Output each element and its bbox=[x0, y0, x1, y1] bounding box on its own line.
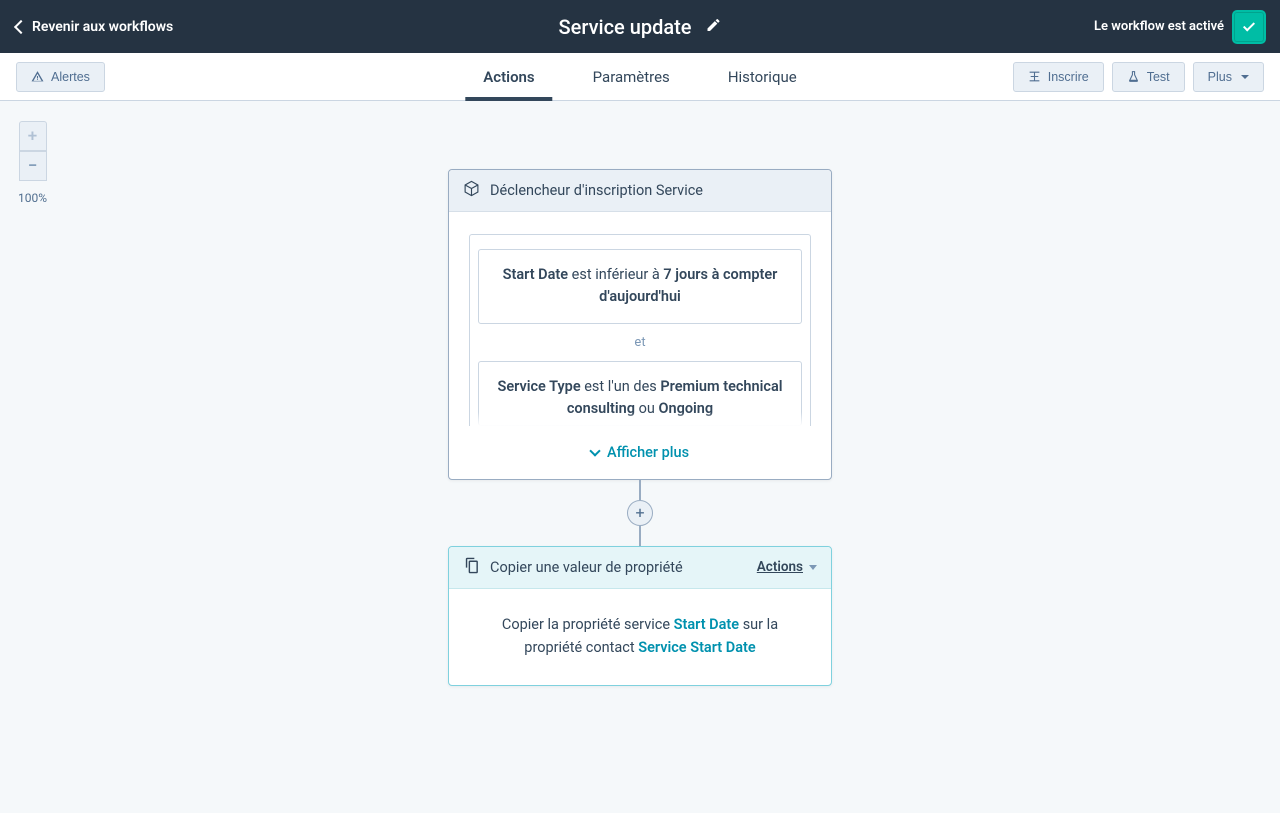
cube-icon bbox=[463, 180, 480, 201]
zoom-out-button[interactable]: − bbox=[19, 151, 47, 181]
filter-start-date[interactable]: Start Date est inférieur à 7 jours à com… bbox=[478, 249, 802, 324]
card-actions-label: Actions bbox=[757, 559, 803, 575]
more-label: Plus bbox=[1208, 70, 1232, 84]
chevron-left-icon bbox=[14, 19, 28, 33]
title-wrap: Service update bbox=[559, 15, 722, 39]
card-actions-dropdown[interactable]: Actions bbox=[757, 559, 817, 575]
enroll-button[interactable]: Inscrire bbox=[1013, 62, 1104, 92]
filter-group: Start Date est inférieur à 7 jours à com… bbox=[469, 234, 811, 426]
caret-down-icon bbox=[809, 565, 817, 570]
zoom-in-button[interactable]: + bbox=[19, 121, 47, 151]
filter-and: et bbox=[478, 324, 802, 361]
zoom-level: 100% bbox=[18, 191, 47, 205]
enroll-label: Inscrire bbox=[1048, 70, 1089, 84]
flask-icon bbox=[1127, 70, 1140, 83]
workflow-status-label: Le workflow est activé bbox=[1094, 19, 1224, 34]
filter1-prop: Start Date bbox=[503, 266, 568, 283]
toolbar-right: Inscrire Test Plus bbox=[1013, 62, 1264, 92]
fade-overlay bbox=[470, 412, 810, 426]
editor-tabs: Actions Paramètres Historique bbox=[479, 53, 800, 100]
status-wrap: Le workflow est activé bbox=[1094, 12, 1264, 42]
zoom-controls: + − 100% bbox=[18, 121, 47, 205]
test-button[interactable]: Test bbox=[1112, 62, 1185, 92]
more-button[interactable]: Plus bbox=[1193, 62, 1264, 92]
copy-body: Copier la propriété service Start Date s… bbox=[449, 589, 831, 685]
edit-icon[interactable] bbox=[706, 17, 722, 37]
check-icon bbox=[1243, 19, 1255, 31]
workflow-toggle[interactable] bbox=[1234, 12, 1264, 42]
copy-card-header: Copier une valeur de propriété Actions bbox=[449, 547, 831, 589]
canvas[interactable]: + − 100% Déclencheur d'inscription Servi… bbox=[0, 101, 1280, 813]
enroll-icon bbox=[1028, 70, 1041, 83]
workflow-flow: Déclencheur d'inscription Service Start … bbox=[448, 169, 832, 686]
trigger-card[interactable]: Déclencheur d'inscription Service Start … bbox=[448, 169, 832, 480]
connector-line bbox=[639, 526, 641, 546]
add-step-button[interactable]: + bbox=[627, 500, 653, 526]
caret-down-icon bbox=[1241, 75, 1249, 79]
filter2-mid: est l'un des bbox=[581, 378, 661, 395]
tab-history[interactable]: Historique bbox=[724, 53, 801, 100]
copy-icon bbox=[463, 557, 480, 578]
copy-dst-prop[interactable]: Service Start Date bbox=[638, 639, 755, 656]
workflow-title: Service update bbox=[559, 15, 692, 39]
connector-line bbox=[639, 480, 641, 500]
tab-actions[interactable]: Actions bbox=[479, 53, 538, 100]
alerts-button[interactable]: Alertes bbox=[16, 62, 105, 92]
copy-property-card[interactable]: Copier une valeur de propriété Actions C… bbox=[448, 546, 832, 686]
show-more-label: Afficher plus bbox=[607, 444, 689, 461]
chevron-down-icon bbox=[589, 445, 600, 456]
trigger-body: Start Date est inférieur à 7 jours à com… bbox=[449, 212, 831, 426]
copy-src-prop[interactable]: Start Date bbox=[674, 616, 739, 633]
back-label: Revenir aux workflows bbox=[32, 19, 173, 35]
alerts-label: Alertes bbox=[51, 70, 90, 84]
warning-icon bbox=[31, 70, 44, 83]
test-label: Test bbox=[1147, 70, 1170, 84]
show-more-button[interactable]: Afficher plus bbox=[449, 426, 831, 479]
back-to-workflows-link[interactable]: Revenir aux workflows bbox=[16, 19, 173, 35]
tab-settings[interactable]: Paramètres bbox=[589, 53, 674, 100]
filter2-prop: Service Type bbox=[497, 378, 580, 395]
trigger-card-header: Déclencheur d'inscription Service bbox=[449, 170, 831, 212]
top-bar: Revenir aux workflows Service update Le … bbox=[0, 0, 1280, 53]
copy-title: Copier une valeur de propriété bbox=[490, 559, 747, 576]
toolbar: Alertes Actions Paramètres Historique In… bbox=[0, 53, 1280, 101]
filter1-mid: est inférieur à bbox=[568, 266, 663, 283]
copy-pre: Copier la propriété service bbox=[502, 616, 674, 633]
trigger-title: Déclencheur d'inscription Service bbox=[490, 182, 817, 199]
